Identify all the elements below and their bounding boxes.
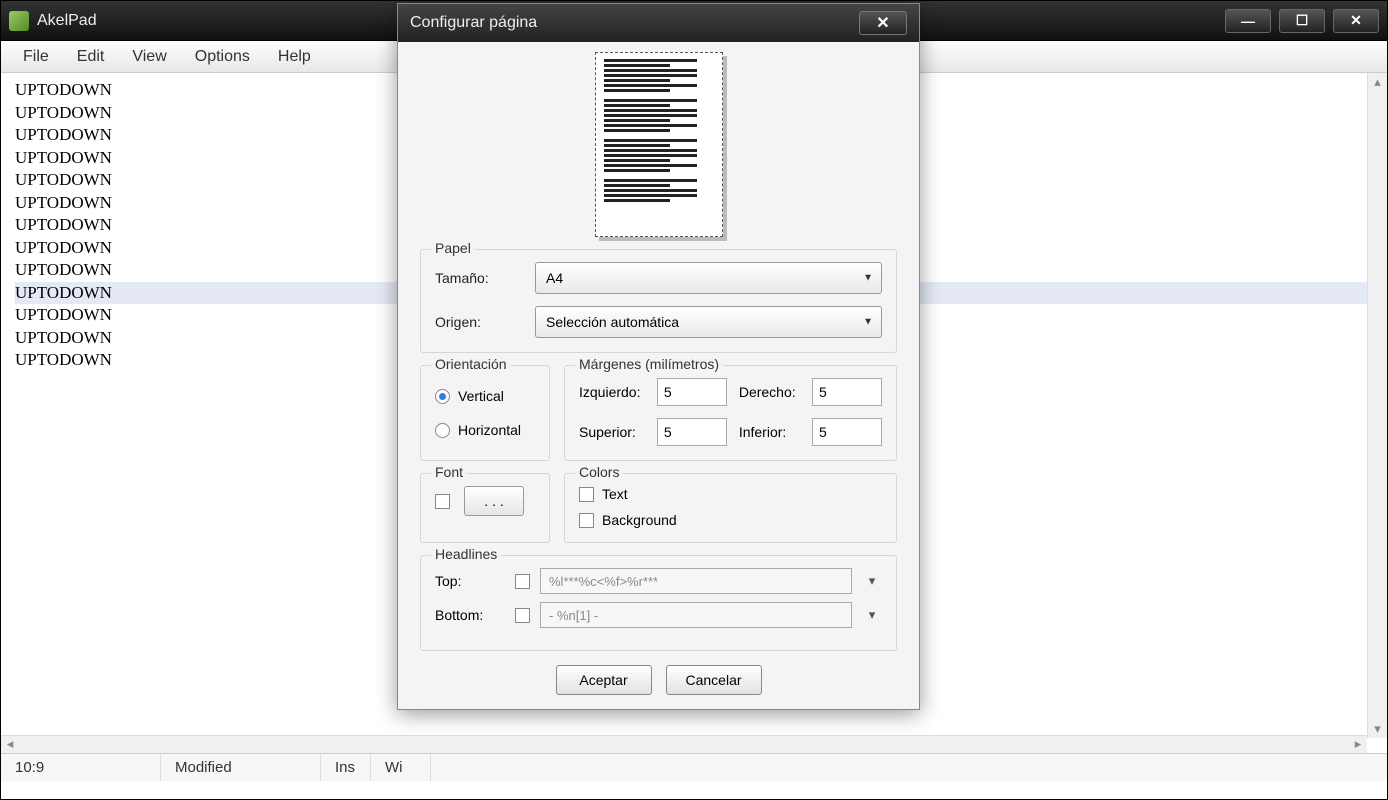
scroll-down-icon[interactable]: ▾ [1368, 720, 1387, 738]
menu-help[interactable]: Help [264, 44, 325, 70]
margin-top-input[interactable] [657, 418, 727, 446]
close-button[interactable]: ✕ [1333, 9, 1379, 33]
status-encoding: Wi [371, 754, 431, 781]
paper-group: Papel Tamaño: A4 ▼ Origen: Selección aut… [420, 249, 897, 353]
scroll-left-icon[interactable]: ◂ [1, 736, 19, 753]
headlines-legend: Headlines [431, 546, 501, 562]
dialog-close-button[interactable]: ✕ [859, 11, 907, 35]
font-group: Font . . . [420, 473, 550, 543]
radio-vertical[interactable]: Vertical [435, 388, 535, 404]
headline-bottom-checkbox[interactable] [515, 608, 530, 623]
radio-icon [435, 389, 450, 404]
maximize-button[interactable]: ☐ [1279, 9, 1325, 33]
colors-group: Colors Text Background [564, 473, 897, 543]
horizontal-scrollbar[interactable]: ◂ ▸ [1, 735, 1367, 753]
dialog-titlebar[interactable]: Configurar página ✕ [398, 4, 919, 42]
size-select[interactable]: A4 ▼ [535, 262, 882, 294]
colors-legend: Colors [575, 464, 623, 480]
status-modified: Modified [161, 754, 321, 781]
scroll-up-icon[interactable]: ▴ [1368, 73, 1387, 91]
orientation-legend: Orientación [431, 356, 511, 372]
headline-bottom-dropdown[interactable]: ▾ [862, 602, 882, 628]
app-icon [9, 11, 29, 31]
minimize-button[interactable]: — [1225, 9, 1271, 33]
paper-legend: Papel [431, 240, 475, 256]
font-checkbox[interactable] [435, 494, 450, 509]
headlines-group: Headlines Top: ▾ Bottom: ▾ [420, 555, 897, 651]
margin-top-label: Superior: [579, 424, 645, 440]
statusbar: 10:9 Modified Ins Wi [1, 753, 1387, 781]
menu-view[interactable]: View [118, 44, 180, 70]
checkbox-icon [579, 487, 594, 502]
vertical-scrollbar[interactable]: ▴ ▾ [1367, 73, 1387, 738]
menu-file[interactable]: File [9, 44, 63, 70]
headline-bottom-input[interactable] [540, 602, 852, 628]
margin-right-input[interactable] [812, 378, 882, 406]
chevron-down-icon: ▼ [863, 317, 873, 328]
checkbox-icon [579, 513, 594, 528]
radio-horizontal[interactable]: Horizontal [435, 422, 535, 438]
margin-bottom-label: Inferior: [739, 424, 800, 440]
ok-button[interactable]: Aceptar [556, 665, 652, 695]
status-insert-mode: Ins [321, 754, 371, 781]
margins-legend: Márgenes (milímetros) [575, 356, 723, 372]
chevron-down-icon: ▼ [863, 273, 873, 284]
page-preview [595, 52, 723, 237]
size-label: Tamaño: [435, 270, 535, 286]
source-value: Selección automática [546, 314, 679, 330]
source-label: Origen: [435, 314, 535, 330]
margin-right-label: Derecho: [739, 384, 800, 400]
margin-bottom-input[interactable] [812, 418, 882, 446]
menu-edit[interactable]: Edit [63, 44, 119, 70]
menu-options[interactable]: Options [181, 44, 264, 70]
size-value: A4 [546, 270, 563, 286]
margins-group: Márgenes (milímetros) Izquierdo: Derecho… [564, 365, 897, 461]
app-title: AkelPad [37, 12, 97, 30]
font-legend: Font [431, 464, 467, 480]
margin-left-label: Izquierdo: [579, 384, 645, 400]
margin-left-input[interactable] [657, 378, 727, 406]
cancel-button[interactable]: Cancelar [666, 665, 762, 695]
radio-icon [435, 423, 450, 438]
status-position: 10:9 [1, 754, 161, 781]
source-select[interactable]: Selección automática ▼ [535, 306, 882, 338]
headline-top-dropdown[interactable]: ▾ [862, 568, 882, 594]
page-setup-dialog: Configurar página ✕ Papel Tamaño: A4 ▼ [397, 3, 920, 710]
headline-top-input[interactable] [540, 568, 852, 594]
color-text-checkbox[interactable]: Text [579, 486, 882, 502]
scroll-right-icon[interactable]: ▸ [1349, 736, 1367, 753]
font-browse-button[interactable]: . . . [464, 486, 524, 516]
dialog-title: Configurar página [410, 14, 537, 32]
headline-top-label: Top: [435, 573, 505, 589]
color-background-checkbox[interactable]: Background [579, 512, 882, 528]
orientation-group: Orientación Vertical Horizontal [420, 365, 550, 461]
headline-top-checkbox[interactable] [515, 574, 530, 589]
headline-bottom-label: Bottom: [435, 607, 505, 623]
